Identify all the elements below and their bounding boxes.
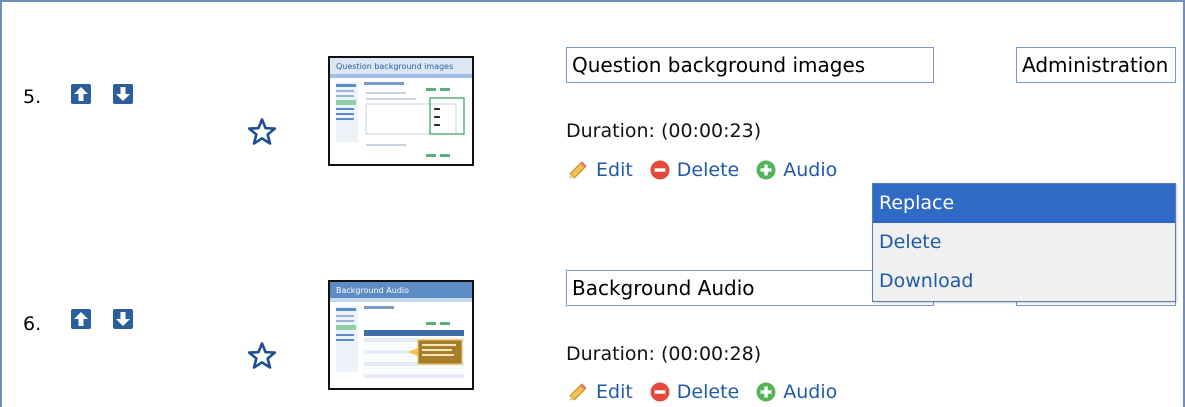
delete-link[interactable]: Delete — [649, 159, 739, 181]
thumbnail-title: Question background images — [336, 62, 453, 71]
slide-actions: Edit Delete Audio — [566, 380, 853, 404]
menu-item-replace[interactable]: Replace — [873, 184, 1175, 223]
slide-duration: Duration: (00:00:28) — [566, 343, 762, 365]
audio-dropdown-menu: Replace Delete Download — [872, 183, 1176, 302]
star-outline-icon[interactable] — [247, 117, 277, 151]
audio-label: Audio — [783, 159, 838, 181]
slide-thumbnail[interactable]: Question background images — [328, 56, 474, 166]
slide-number: 5. — [23, 86, 42, 108]
edit-label: Edit — [596, 159, 633, 181]
slide-row: 5. Question background images Question b… — [0, 0, 1185, 200]
pencil-icon — [569, 161, 587, 179]
arrow-down-icon[interactable] — [113, 84, 133, 104]
thumbnail-title: Background Audio — [336, 286, 409, 295]
plus-circle-icon — [756, 160, 776, 180]
slide-title-input[interactable]: Question background images — [566, 47, 934, 83]
menu-item-delete[interactable]: Delete — [873, 223, 1175, 262]
arrow-up-icon[interactable] — [71, 84, 91, 104]
pencil-icon — [569, 383, 587, 401]
plus-circle-icon — [756, 382, 776, 402]
slide-thumbnail[interactable]: Background Audio — [328, 280, 474, 390]
edit-link[interactable]: Edit — [566, 380, 633, 404]
arrow-down-icon[interactable] — [113, 309, 133, 329]
slide-duration: Duration: (00:00:23) — [566, 120, 762, 142]
star-outline-icon[interactable] — [247, 341, 277, 375]
menu-item-download[interactable]: Download — [873, 262, 1175, 301]
delete-label: Delete — [676, 159, 740, 181]
audio-link[interactable]: Audio — [755, 381, 837, 403]
arrow-up-icon[interactable] — [71, 309, 91, 329]
slide-number: 6. — [23, 313, 42, 335]
edit-label: Edit — [596, 381, 633, 403]
slide-actions: Edit Delete Audio — [566, 158, 853, 182]
minus-circle-icon — [650, 382, 670, 402]
delete-label: Delete — [676, 381, 740, 403]
delete-link[interactable]: Delete — [649, 381, 739, 403]
minus-circle-icon — [650, 160, 670, 180]
audio-label: Audio — [783, 381, 838, 403]
audio-link[interactable]: Audio — [755, 159, 837, 181]
edit-link[interactable]: Edit — [566, 158, 633, 182]
slide-category-input[interactable]: Administration — [1016, 47, 1176, 83]
